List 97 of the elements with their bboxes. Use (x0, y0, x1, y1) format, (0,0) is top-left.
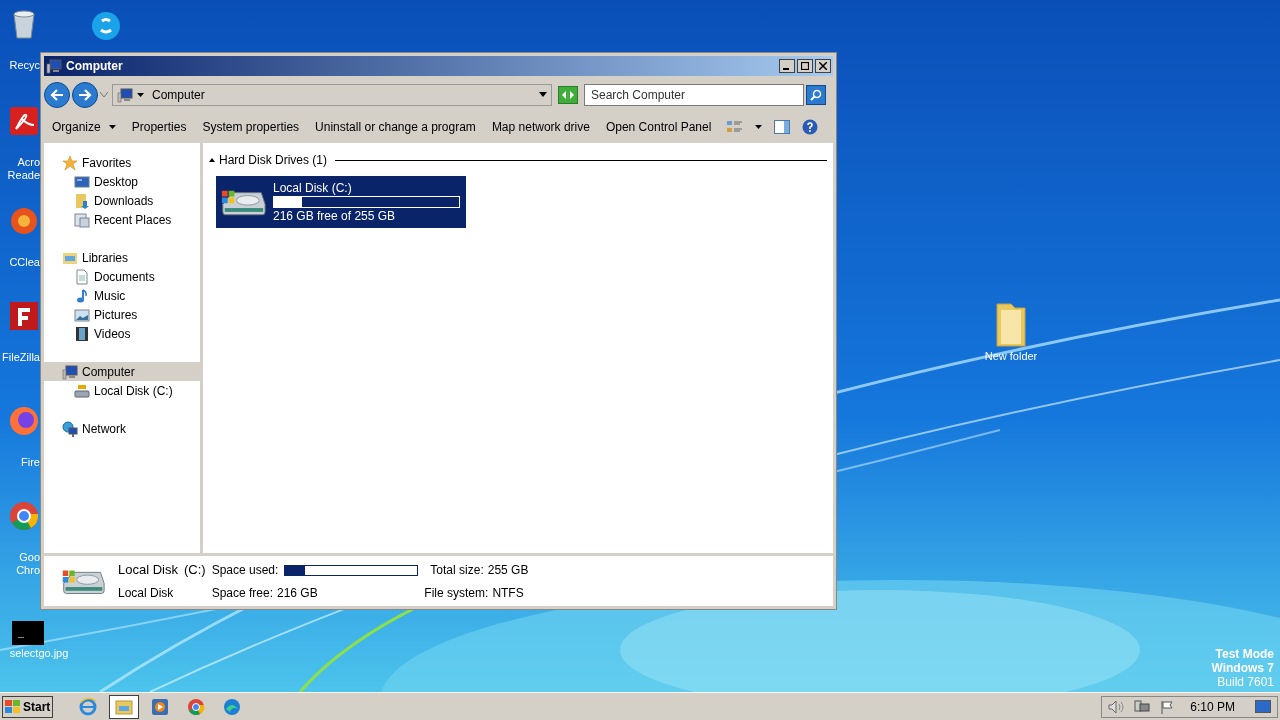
desktop-icon-label[interactable]: CClea (9, 256, 40, 269)
hard-drive-icon (74, 382, 90, 399)
computer-icon (46, 58, 62, 74)
window-title: Computer (66, 58, 123, 75)
caret-icon[interactable] (755, 125, 763, 129)
refresh-arrows-icon (561, 89, 575, 100)
start-button[interactable]: Start (2, 695, 54, 718)
close-button[interactable] (815, 59, 831, 73)
refresh-button[interactable] (558, 85, 578, 104)
downloads-folder-icon (74, 192, 90, 209)
toolbar-button[interactable]: Properties (131, 118, 187, 136)
minimize-button[interactable] (779, 59, 795, 73)
maximize-button[interactable] (797, 59, 813, 73)
pictures-icon (74, 306, 90, 323)
search-field[interactable]: Search Computer (584, 83, 804, 106)
media-player-icon (150, 696, 171, 717)
desktop-icon-label[interactable]: New folder (984, 348, 1038, 365)
caret-icon (137, 92, 144, 97)
toolbar-button[interactable]: Map network drive (491, 118, 590, 136)
drive-tile[interactable]: Local Disk (C:) 216 GB free of 255 GB (216, 176, 466, 228)
back-button[interactable] (44, 81, 70, 108)
nav-item[interactable]: Recent Places (44, 210, 200, 229)
field-label: Total size: (430, 562, 484, 579)
computer-icon (62, 363, 78, 380)
flag-icon[interactable] (1160, 699, 1175, 714)
drive-free-space: 216 GB free of 255 GB (273, 209, 397, 223)
search-button[interactable] (806, 84, 826, 105)
group-heading: Hard Disk Drives (1) (219, 152, 327, 169)
caret-icon (108, 125, 116, 129)
nav-item[interactable]: Local Disk (C:) (44, 381, 200, 400)
forward-arrow-icon (78, 88, 92, 101)
nav-item[interactable]: Pictures (44, 305, 200, 324)
music-note-icon (74, 287, 90, 304)
field-label: Space free: (211, 584, 273, 602)
field-value: NTFS (492, 584, 524, 602)
star-icon (62, 154, 78, 171)
desktop-icon-label[interactable]: Fire (21, 456, 40, 469)
maximize-icon (801, 62, 809, 70)
app-shortcut-icon[interactable] (8, 205, 40, 237)
network-icon (62, 420, 78, 437)
nav-item[interactable]: Favorites (44, 153, 200, 172)
close-icon (819, 62, 827, 70)
taskbar-app-button[interactable] (109, 694, 140, 719)
computer-icon (117, 86, 133, 103)
document-icon (74, 268, 90, 285)
nav-item[interactable]: Documents (44, 267, 200, 286)
field-label: File system: (424, 584, 489, 602)
drive-name: Local Disk (118, 561, 178, 580)
back-arrow-icon (50, 88, 64, 101)
desktop-icon-label[interactable]: Recyc (9, 59, 40, 72)
recent-places-icon (74, 211, 90, 228)
desktop-icon (74, 173, 90, 190)
dropdown-caret-icon[interactable] (539, 92, 547, 97)
address-text: Computer (152, 86, 205, 104)
windows-logo-icon (5, 699, 21, 714)
drive-type: Local Disk (118, 584, 175, 602)
chrome-icon (186, 696, 207, 717)
field-label: Space used: (211, 562, 279, 579)
browser-icon (78, 696, 99, 717)
toolbar-button[interactable]: System properties (202, 118, 300, 136)
help-icon[interactable] (802, 119, 819, 135)
collapse-caret-icon[interactable] (209, 158, 215, 162)
network-status-icon[interactable] (1134, 699, 1151, 714)
clock[interactable]: 6:10 PM (1190, 697, 1235, 716)
nav-item[interactable]: Videos (44, 324, 200, 343)
os-notice-text: Windows 7 (1211, 661, 1274, 675)
desktop-icon-label[interactable]: Reade (7, 169, 40, 182)
edge-icon (222, 696, 243, 717)
folder-icon[interactable] (993, 300, 1029, 348)
app-shortcut-icon[interactable] (8, 500, 40, 532)
nav-item[interactable]: Downloads (44, 191, 200, 210)
address-bar[interactable]: Computer (112, 83, 552, 106)
nav-item[interactable]: Desktop (44, 172, 200, 191)
desktop-icon-label[interactable]: FileZilla (2, 351, 40, 364)
nav-item[interactable]: Network (44, 419, 200, 438)
nav-item[interactable]: Libraries (44, 248, 200, 267)
search-icon (810, 88, 822, 101)
toolbar-button[interactable]: Organize (52, 118, 116, 136)
os-notice-text: Test Mode (1215, 647, 1274, 661)
drive-name: Local Disk (C:) (273, 181, 353, 195)
field-value: 255 GB (487, 562, 529, 579)
app-shortcut-icon[interactable] (8, 105, 40, 137)
desktop-icon-label[interactable]: Acro (17, 156, 40, 169)
nav-item[interactable]: Computer (44, 362, 200, 381)
film-strip-icon (74, 325, 90, 342)
toolbar-button[interactable]: Open Control Panel (605, 118, 712, 136)
show-desktop-icon[interactable] (1255, 699, 1271, 714)
forward-button[interactable] (72, 81, 98, 108)
speaker-icon[interactable] (1108, 699, 1125, 714)
os-notice-text: Build 7601 (1217, 675, 1274, 689)
drive-letter: (C:) (183, 561, 206, 580)
nav-item[interactable]: Music (44, 286, 200, 305)
toolbar-button[interactable]: Uninstall or change a program (315, 118, 476, 136)
field-value: 216 GB (277, 584, 318, 602)
app-shortcut-icon[interactable] (8, 300, 40, 332)
preview-pane-icon[interactable] (774, 120, 791, 134)
app-shortcut-icon[interactable] (90, 10, 122, 42)
